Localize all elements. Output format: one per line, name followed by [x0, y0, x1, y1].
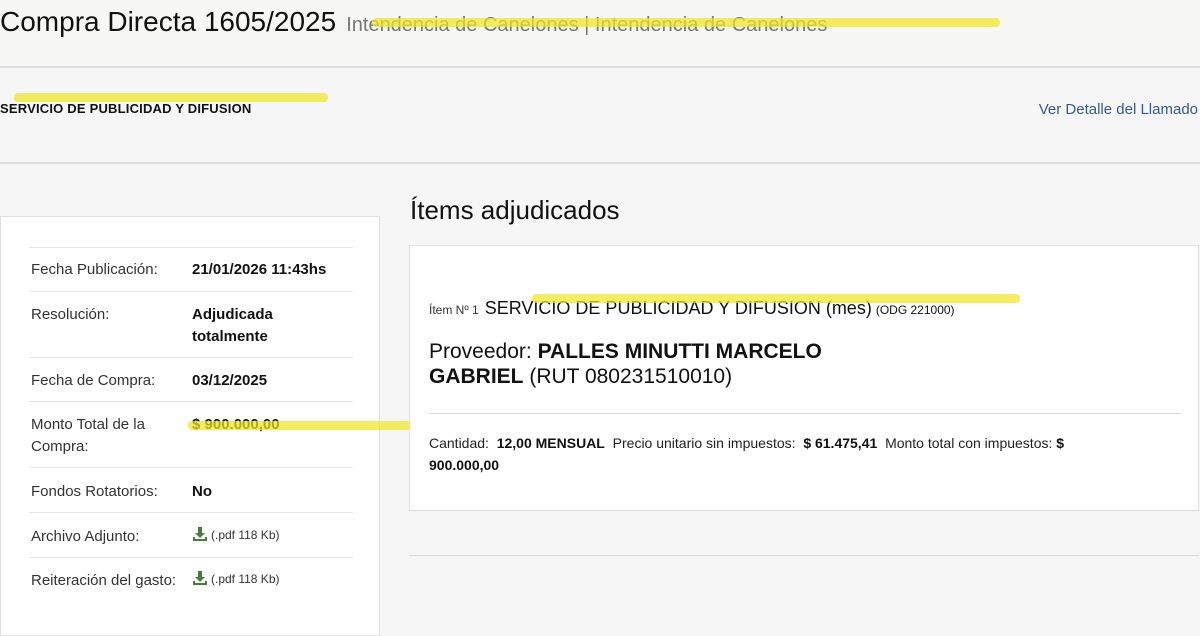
provider-rut: (RUT 080231510010) — [529, 365, 733, 388]
info-value: No — [192, 483, 212, 500]
view-call-detail-link[interactable]: Ver Detalle del Llamado — [1039, 101, 1198, 118]
item-number: Ítem Nº 1 — [429, 303, 479, 317]
quantity-label: Cantidad: — [429, 435, 489, 451]
provider-label: Proveedor: — [429, 340, 532, 363]
attachment-file-info: (.pdf 118 Kb) — [211, 527, 280, 542]
info-row-resolution: Resolución: Adjudicada totalmente — [29, 291, 353, 358]
provider-info: Proveedor: PALLES MINUTTI MARCELO GABRIE… — [429, 339, 869, 389]
unit-price-label: Precio unitario sin impuestos: — [612, 435, 796, 451]
highlight-mark — [372, 18, 1000, 27]
info-value: Adjudicada totalmente — [192, 306, 273, 345]
download-icon — [193, 571, 207, 585]
info-label: Fecha Publicación: — [31, 261, 158, 278]
info-value: 03/12/2025 — [192, 372, 268, 389]
info-row-total-amount: Monto Total de la Compra: $ 900.000,00 — [29, 401, 353, 468]
item-details: Cantidad: 12,00 MENSUAL Precio unitario … — [429, 432, 1129, 476]
divider — [0, 162, 1200, 164]
divider — [429, 413, 1181, 414]
highlight-mark — [532, 294, 1020, 303]
info-row-expense-reiteration: Reiteración del gasto: (.pdf 118 Kb) — [29, 557, 353, 603]
info-label: Fondos Rotatorios: — [31, 483, 158, 500]
call-name: SERVICIO DE PUBLICIDAD Y DIFUSION — [0, 101, 252, 116]
quantity-value: 12,00 MENSUAL — [496, 435, 605, 451]
info-label: Resolución: — [31, 306, 110, 323]
download-icon — [193, 527, 207, 541]
info-label: Monto Total de la Compra: — [31, 416, 145, 455]
info-value: 21/01/2026 11:43hs — [192, 261, 327, 278]
awarded-items-title: Ítems adjudicados — [410, 195, 620, 225]
unit-price-value: $ 61.475,41 — [803, 435, 878, 451]
purchase-title: Compra Directa 1605/2025 — [0, 6, 337, 37]
attachment-download-link[interactable]: (.pdf 118 Kb) — [192, 527, 279, 542]
info-label: Fecha de Compra: — [31, 372, 156, 389]
page-header: Compra Directa 1605/2025Intendencia de C… — [0, 0, 1200, 66]
divider — [409, 555, 1199, 556]
awarded-item-card: Ítem Nº 1 SERVICIO DE PUBLICIDAD Y DIFUSI… — [409, 245, 1199, 511]
info-row-attachment: Archivo Adjunto: (.pdf 118 Kb) — [29, 512, 353, 558]
divider — [0, 66, 1200, 68]
info-label: Reiteración del gasto: — [31, 572, 177, 589]
total-label: Monto total con impuestos: — [885, 435, 1053, 451]
reiteration-download-link[interactable]: (.pdf 118 Kb) — [192, 571, 279, 586]
item-code: (ODG 221000) — [875, 303, 955, 317]
info-row-purchase-date: Fecha de Compra: 03/12/2025 — [29, 357, 353, 402]
highlight-mark — [14, 93, 328, 102]
info-row-rotating-funds: Fondos Rotatorios: No — [29, 467, 353, 513]
info-row-publication-date: Fecha Publicación: 21/01/2026 11:43hs — [29, 247, 353, 292]
reiteration-file-info: (.pdf 118 Kb) — [211, 571, 280, 586]
info-label: Archivo Adjunto: — [31, 528, 140, 545]
